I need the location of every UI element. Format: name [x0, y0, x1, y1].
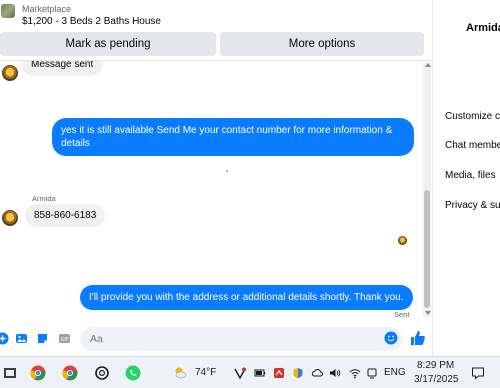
battery-icon[interactable]: [254, 367, 266, 379]
mark-as-pending-button[interactable]: Mark as pending: [0, 32, 216, 56]
photo-icon[interactable]: [15, 332, 28, 345]
sidebar-item-customize-chat[interactable]: Customize c: [445, 111, 500, 122]
more-actions-icon[interactable]: [0, 332, 9, 345]
notification-icon[interactable]: [471, 366, 485, 380]
listing-title[interactable]: $1,200 - 3 Beds 2 Baths House: [22, 16, 161, 27]
svg-text:GIF: GIF: [60, 337, 68, 343]
read-receipt-avatar: [398, 236, 407, 245]
incoming-message: Message sent: [22, 61, 103, 76]
language-indicator[interactable]: ENG: [384, 367, 406, 378]
chat-pane: Marketplace $1,200 - 3 Beds 2 Baths Hous…: [0, 0, 432, 356]
app-tray-icon[interactable]: [273, 367, 285, 379]
more-options-button[interactable]: More options: [220, 32, 424, 56]
emoji-icon[interactable]: [384, 331, 398, 345]
network-drive-icon[interactable]: [366, 367, 378, 379]
separator-dot: [226, 170, 228, 172]
message-input[interactable]: [80, 327, 402, 351]
wifi-icon[interactable]: [349, 367, 361, 379]
sticker-icon[interactable]: [36, 332, 49, 345]
conversation-info-panel: Armida Customize c Chat membe Media, fil…: [432, 0, 500, 356]
avatar[interactable]: [2, 65, 18, 81]
thumbs-up-icon[interactable]: [409, 330, 426, 347]
speaker-icon[interactable]: [329, 367, 341, 379]
avatar[interactable]: [2, 210, 18, 226]
listing-source: Marketplace: [22, 4, 72, 14]
security-icon[interactable]: [292, 367, 304, 379]
chrome-icon[interactable]: [62, 365, 78, 381]
vpn-icon[interactable]: [234, 367, 246, 379]
cloud-icon[interactable]: [311, 367, 323, 379]
sender-name: Armida: [32, 194, 56, 203]
clock-time[interactable]: 8:29 PM: [417, 360, 454, 371]
scroll-down-arrow[interactable]: [425, 311, 431, 315]
chatgpt-icon[interactable]: [94, 365, 110, 381]
listing-header[interactable]: Marketplace $1,200 - 3 Beds 2 Baths Hous…: [0, 0, 432, 32]
whatsapp-icon[interactable]: [125, 365, 141, 381]
sidebar-item-media-files[interactable]: Media, files: [445, 170, 496, 181]
weather-icon[interactable]: [172, 365, 188, 381]
outgoing-message: yes it is still available Send Me your c…: [52, 118, 414, 156]
scroll-up-arrow[interactable]: [425, 63, 431, 67]
scrollbar-thumb[interactable]: [424, 190, 430, 308]
incoming-message: 858-860-6183: [25, 204, 106, 227]
clipped-region: Message sent: [0, 61, 432, 85]
sent-status: Sent: [394, 310, 410, 319]
listing-actions: Mark as pending More options: [0, 32, 432, 58]
composer: GIF: [0, 322, 432, 356]
clock-date[interactable]: 3/17/2025: [414, 374, 459, 385]
chrome-profile-icon[interactable]: [30, 365, 46, 381]
start-icon[interactable]: [2, 365, 18, 381]
outgoing-message: I'll provide you with the address or add…: [80, 285, 413, 310]
sidebar-item-chat-members[interactable]: Chat membe: [445, 140, 500, 151]
windows-taskbar: 74°F ENG 8:29 PM 3/17/2025: [0, 356, 500, 388]
weather-temperature[interactable]: 74°F: [195, 367, 216, 378]
contact-name: Armida: [466, 22, 500, 34]
sidebar-item-privacy-support[interactable]: Privacy & su: [445, 200, 500, 211]
listing-thumbnail[interactable]: [1, 4, 15, 18]
gif-icon[interactable]: GIF: [58, 332, 71, 345]
